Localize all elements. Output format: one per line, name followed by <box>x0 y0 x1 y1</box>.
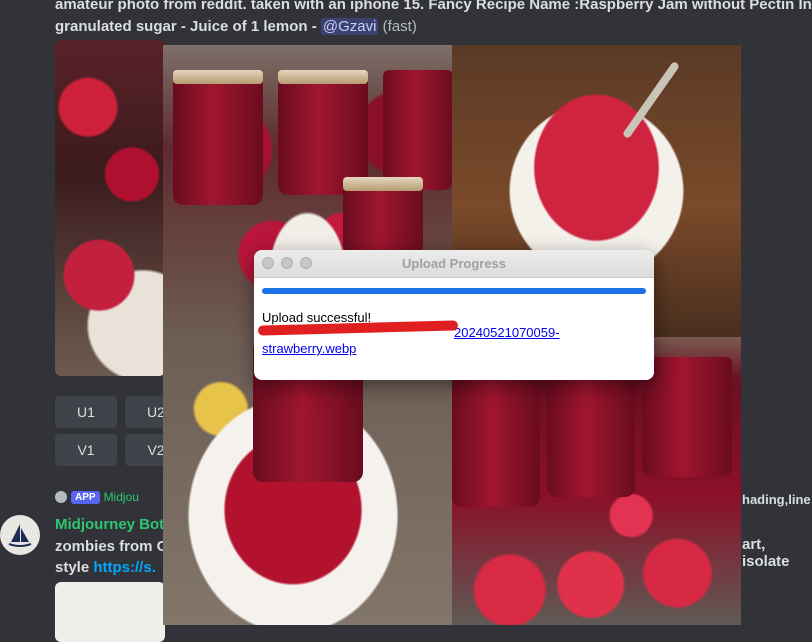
message-fragment-2: art, isolate <box>742 536 790 570</box>
upload-progress-dialog: Upload Progress Upload successful! 20240… <box>254 250 654 380</box>
bot-message-line: zombies from C <box>55 538 168 555</box>
app-reply-icon <box>55 491 67 503</box>
user-mention[interactable]: @Gzavi <box>320 18 379 35</box>
progress-fill <box>262 288 646 294</box>
message-line-2-text: granulated sugar - Juice of 1 lemon - <box>55 18 321 35</box>
speed-tag: (fast) <box>382 18 417 35</box>
message-fragment: hading,line <box>742 492 811 507</box>
spoon-graphic <box>621 60 681 140</box>
link-line-2[interactable]: strawberry.webp <box>262 341 562 357</box>
generated-image-background[interactable] <box>55 40 165 376</box>
jar-graphic <box>173 75 263 205</box>
upscale-1-button[interactable]: U1 <box>55 396 117 428</box>
next-image-thumbnail[interactable] <box>55 582 165 642</box>
bot-avatar[interactable] <box>0 515 40 555</box>
lid-graphic <box>173 70 263 84</box>
sailboat-icon <box>8 524 32 547</box>
app-badge: APP <box>71 490 100 504</box>
jar-graphic <box>383 70 452 190</box>
app-reply-header: APP Midjou <box>55 490 139 504</box>
message-link[interactable]: https://s. <box>93 559 156 576</box>
dialog-titlebar[interactable]: Upload Progress <box>254 250 654 278</box>
message-line-1: amateur photo from reddit. taken with an… <box>55 0 812 13</box>
jar-graphic <box>642 357 732 477</box>
message-line-2: granulated sugar - Juice of 1 lemon - @G… <box>55 16 812 38</box>
bot-name[interactable]: Midjourney Bot <box>55 516 164 533</box>
lid-graphic <box>278 70 368 84</box>
upload-progress-bar <box>262 288 646 294</box>
lid-graphic <box>343 177 423 191</box>
image-panel-bottom-left <box>163 337 452 625</box>
app-name[interactable]: Midjou <box>104 490 139 504</box>
image-panel-bottom-right <box>452 337 741 625</box>
message-text: amateur photo from reddit. taken with an… <box>55 0 812 38</box>
dialog-title: Upload Progress <box>401 256 507 271</box>
jar-graphic <box>343 185 423 255</box>
variation-1-button[interactable]: V1 <box>55 434 117 466</box>
bot-message-line-3: style https://s. <box>55 559 156 576</box>
